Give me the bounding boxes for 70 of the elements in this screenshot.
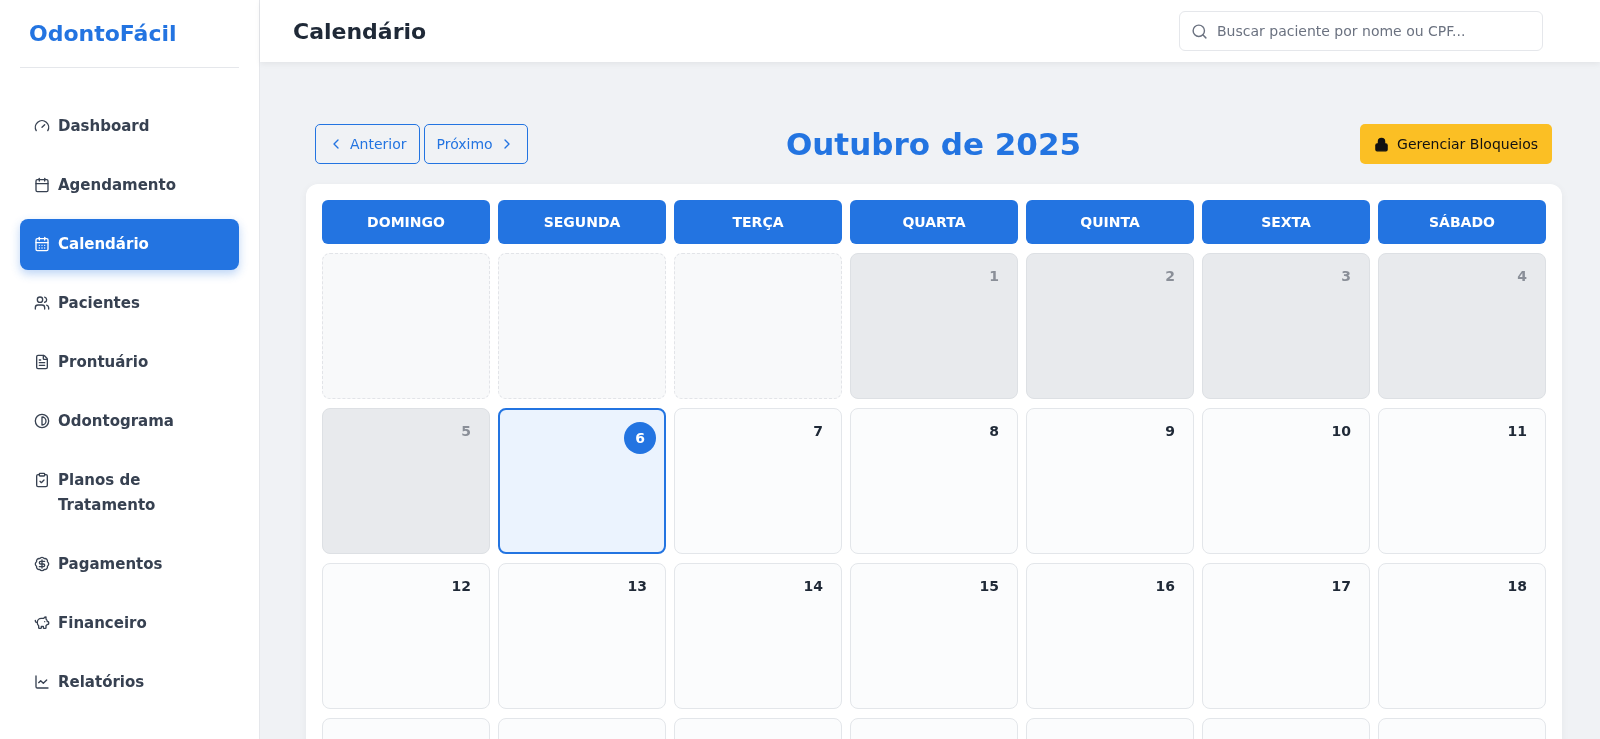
sidebar-item[interactable]: Agendamento	[20, 160, 239, 211]
piggy-bank-icon	[34, 615, 50, 631]
sidebar-item[interactable]: Prontuário	[20, 337, 239, 388]
weekday-header: DOMINGO	[322, 200, 490, 244]
sidebar-item[interactable]: Financeiro	[20, 598, 239, 649]
page-title: Calendário	[293, 18, 427, 44]
clipboard-icon	[34, 472, 50, 488]
day-number: 8	[989, 423, 999, 441]
day-cell[interactable]: 11	[1378, 408, 1546, 554]
day-cell[interactable]: 7	[674, 408, 842, 554]
manage-blocks-button[interactable]: Gerenciar Bloqueios	[1360, 124, 1552, 164]
search-icon	[1191, 22, 1208, 40]
day-cell[interactable]: 6	[498, 408, 666, 554]
day-cell[interactable]: 8	[850, 408, 1018, 554]
users-icon	[34, 295, 50, 311]
sidebar-item[interactable]: Pagamentos	[20, 539, 239, 590]
day-number: 16	[1155, 578, 1175, 596]
weekday-header: QUINTA	[1026, 200, 1194, 244]
sidebar-item[interactable]: Planos de Tratamento	[20, 455, 239, 531]
day-cell[interactable]: 14	[674, 563, 842, 709]
money-icon	[34, 556, 50, 572]
weekday-header: SEXTA	[1202, 200, 1370, 244]
day-cell[interactable]: 16	[1026, 563, 1194, 709]
sidebar-item[interactable]: Calendário	[20, 219, 239, 270]
day-number: 12	[451, 578, 471, 596]
search-field[interactable]: Buscar paciente por nome ou CPF...	[1179, 11, 1543, 51]
app-logo: OdontoFácil	[20, 0, 239, 68]
day-cell[interactable]	[322, 253, 490, 399]
day-number: 15	[979, 578, 999, 596]
day-number: 2	[1165, 268, 1175, 286]
day-number: 18	[1507, 578, 1527, 596]
chart-icon	[34, 674, 50, 690]
day-cell[interactable]: 17	[1202, 563, 1370, 709]
day-cell[interactable]: 12	[322, 563, 490, 709]
day-cell[interactable]: 10	[1202, 408, 1370, 554]
day-cell[interactable]: 9	[1026, 408, 1194, 554]
day-cell[interactable]: 18	[1378, 563, 1546, 709]
weekday-header: SÁBADO	[1378, 200, 1546, 244]
calendar-grid-icon	[34, 236, 50, 252]
day-number: 17	[1331, 578, 1351, 596]
calendar-icon	[34, 177, 50, 193]
weekday-header: TERÇA	[674, 200, 842, 244]
next-button[interactable]: Próximo	[423, 124, 528, 164]
month-title: Outubro de 2025	[785, 126, 1082, 162]
day-number: 13	[627, 578, 647, 596]
day-number: 11	[1507, 423, 1527, 441]
day-number: 9	[1165, 423, 1175, 441]
day-number: 14	[803, 578, 823, 596]
day-cell[interactable]	[674, 253, 842, 399]
day-number: 4	[1517, 268, 1527, 286]
day-number: 10	[1331, 423, 1351, 441]
day-number: 3	[1341, 268, 1351, 286]
sidebar-item[interactable]: Dashboard	[20, 101, 239, 152]
weekday-header: SEGUNDA	[498, 200, 666, 244]
day-number: 5	[461, 423, 471, 441]
day-cell[interactable]: 13	[498, 563, 666, 709]
document-icon	[34, 354, 50, 370]
lock-icon	[1374, 136, 1390, 152]
weekday-header: QUARTA	[850, 200, 1018, 244]
previous-button[interactable]: Anterior	[315, 124, 420, 164]
day-number: 7	[813, 423, 823, 441]
sidebar-item[interactable]: Odontograma	[20, 396, 239, 447]
today-number: 6	[624, 422, 656, 454]
gauge-icon	[34, 118, 50, 134]
sidebar-item[interactable]: Pacientes	[20, 278, 239, 329]
day-cell[interactable]: 15	[850, 563, 1018, 709]
day-cell[interactable]	[498, 253, 666, 399]
contrast-icon	[34, 413, 50, 429]
sidebar-item[interactable]: Relatórios	[20, 657, 239, 708]
day-number: 1	[989, 268, 999, 286]
